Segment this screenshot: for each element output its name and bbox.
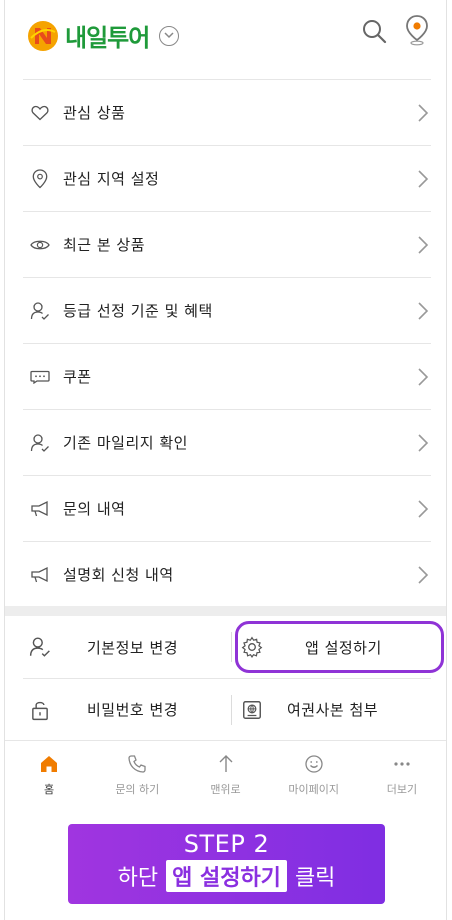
chevron-right-icon xyxy=(418,236,429,254)
menu-item-mileage[interactable]: 기존 마일리지 확인 xyxy=(23,409,431,475)
lock-icon xyxy=(32,701,48,720)
arrow-up-icon xyxy=(219,755,232,772)
password-change-button[interactable]: 비밀번호 변경 xyxy=(23,679,227,740)
step-prefix: 하단 xyxy=(117,866,159,891)
tab-mypage[interactable]: 마이페이지 xyxy=(270,741,358,806)
menu-item-label: 기존 마일리지 확인 xyxy=(63,434,188,452)
tab-scroll-top[interactable]: 맨위로 xyxy=(181,741,269,806)
bottom-tab-bar: 홈 문의 하기 맨위로 마이페이지 더보기 xyxy=(5,740,446,806)
profile-edit-label: 기본정보 변경 xyxy=(87,638,179,657)
user-check-icon xyxy=(29,637,50,657)
app-settings-highlight xyxy=(235,621,444,673)
smile-icon xyxy=(305,755,323,773)
menu-item-region-settings[interactable]: 관심 지역 설정 xyxy=(23,145,431,211)
chevron-right-icon xyxy=(418,170,429,188)
coupon-icon xyxy=(29,366,51,388)
heart-icon xyxy=(29,102,51,124)
tab-label: 문의 하기 xyxy=(115,783,160,796)
tab-label: 마이페이지 xyxy=(288,783,340,796)
step-suffix: 클릭 xyxy=(294,866,336,891)
menu-item-inquiries[interactable]: 문의 내역 xyxy=(23,475,431,541)
passport-attach-label: 여권사본 첨부 xyxy=(287,701,379,719)
app-header: 내일투어 xyxy=(5,0,446,78)
password-change-label: 비밀번호 변경 xyxy=(87,701,179,719)
chevron-right-icon xyxy=(418,368,429,386)
chevron-down-icon[interactable] xyxy=(159,25,180,46)
step-instruction-banner: STEP 2 하단 앱 설정하기 클릭 xyxy=(68,824,385,904)
tab-label: 홈 xyxy=(44,783,55,796)
tab-more[interactable]: 더보기 xyxy=(358,741,446,806)
eye-icon xyxy=(29,234,51,256)
chevron-right-icon xyxy=(418,500,429,518)
menu-item-label: 쿠폰 xyxy=(63,368,92,386)
chevron-right-icon xyxy=(418,434,429,452)
section-divider xyxy=(5,606,446,616)
app-frame: 내일투어 관심 상품 관심 지역 설정 최근 본 상품 등급 선정 기준 및 혜… xyxy=(4,0,447,920)
location-icon xyxy=(29,168,51,190)
step-instruction: 하단 앱 설정하기 클릭 xyxy=(68,860,385,892)
tab-home[interactable]: 홈 xyxy=(5,741,93,806)
menu-item-coupon[interactable]: 쿠폰 xyxy=(23,343,431,409)
menu-item-seminar-applications[interactable]: 설명회 신청 내역 xyxy=(23,541,431,607)
menu-item-grade-benefits[interactable]: 등급 선정 기준 및 혜택 xyxy=(23,277,431,343)
tab-label: 더보기 xyxy=(386,783,418,796)
profile-edit-button[interactable]: 기본정보 변경 xyxy=(23,616,227,678)
menu-item-label: 관심 상품 xyxy=(63,104,126,122)
home-icon xyxy=(41,756,58,772)
menu-item-label: 등급 선정 기준 및 혜택 xyxy=(63,302,213,320)
menu-item-label: 관심 지역 설정 xyxy=(63,170,160,188)
account-row: 비밀번호 변경 여권사본 첨부 xyxy=(23,678,431,740)
tab-label: 맨위로 xyxy=(210,783,241,796)
my-menu-list: 관심 상품 관심 지역 설정 최근 본 상품 등급 선정 기준 및 혜택 쿠폰 … xyxy=(23,79,431,607)
chevron-right-icon xyxy=(418,104,429,122)
menu-item-label: 설명회 신청 내역 xyxy=(63,566,174,584)
search-icon[interactable] xyxy=(361,18,387,44)
passport-icon xyxy=(243,700,261,719)
user-check-icon xyxy=(29,432,51,454)
step-title: STEP 2 xyxy=(183,830,270,858)
tab-contact[interactable]: 문의 하기 xyxy=(93,741,181,806)
chevron-right-icon xyxy=(418,302,429,320)
megaphone-icon xyxy=(29,564,51,586)
step-highlight: 앱 설정하기 xyxy=(166,860,287,892)
menu-item-favorites[interactable]: 관심 상품 xyxy=(23,79,431,145)
brand-logo[interactable]: 내일투어 xyxy=(27,18,180,53)
account-settings-grid: 기본정보 변경 앱 설정하기 비밀번호 변경 여권사본 첨부 xyxy=(23,616,444,740)
location-pin-icon[interactable] xyxy=(405,14,429,46)
menu-item-label: 문의 내역 xyxy=(63,500,126,518)
user-check-icon xyxy=(29,300,51,322)
megaphone-icon xyxy=(29,498,51,520)
menu-item-label: 최근 본 상품 xyxy=(63,236,146,254)
chevron-right-icon xyxy=(418,566,429,584)
menu-item-recently-viewed[interactable]: 최근 본 상품 xyxy=(23,211,431,277)
more-icon xyxy=(394,762,410,766)
phone-icon xyxy=(128,755,146,773)
logo-mark-icon xyxy=(28,20,58,51)
brand-name: 내일투어 xyxy=(65,24,150,52)
account-row: 기본정보 변경 앱 설정하기 xyxy=(23,616,444,678)
passport-attach-button[interactable]: 여권사본 첨부 xyxy=(227,679,431,740)
